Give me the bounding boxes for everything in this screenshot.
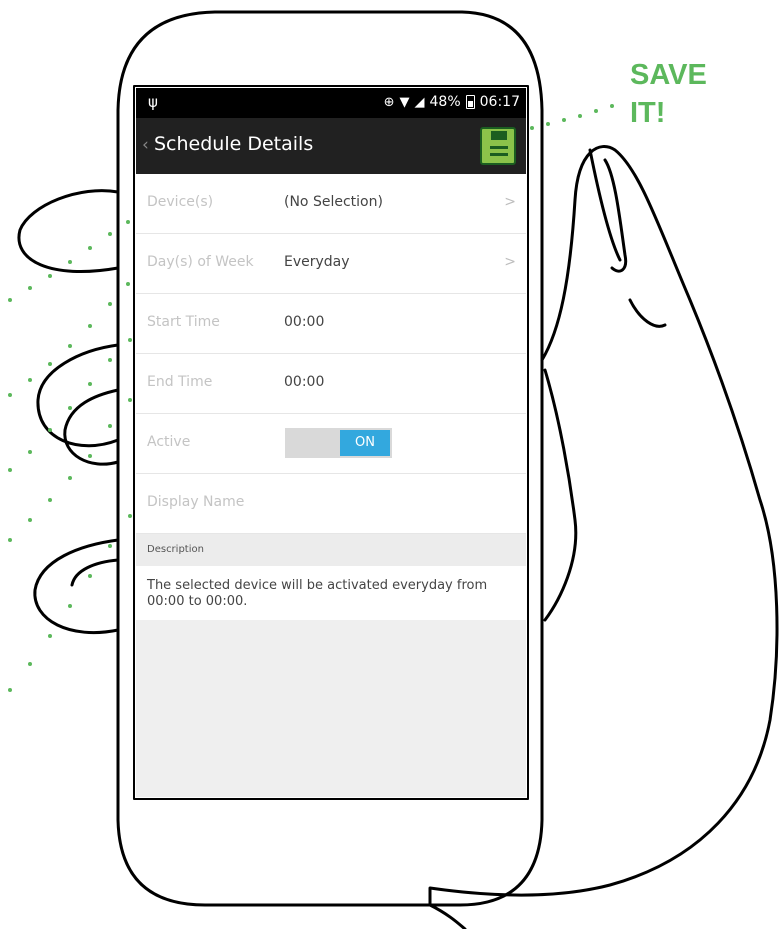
signal-icon: ◢ (414, 94, 425, 110)
back-chevron-icon[interactable]: ‹ (142, 135, 149, 155)
start-time-label: Start Time (147, 314, 220, 330)
display-name-label: Display Name (147, 494, 245, 510)
status-bar: ψ ⊕ ▼ ◢ 48% 06:17 (136, 88, 526, 118)
status-indicators: ⊕ ▼ ◢ 48% 06:17 (384, 94, 520, 110)
save-button[interactable] (480, 127, 516, 165)
device-label: Device(s) (147, 194, 214, 210)
active-label: Active (147, 434, 191, 450)
end-time-label: End Time (147, 374, 213, 390)
days-of-week-row[interactable]: Day(s) of Week Everyday > (136, 234, 526, 294)
description-header-label: Description (147, 544, 204, 555)
page-title: Schedule Details (154, 133, 314, 155)
active-toggle[interactable]: ON (285, 428, 392, 458)
description-text: The selected device will be activated ev… (136, 566, 526, 620)
usb-icon: ψ (148, 93, 158, 111)
toggle-on-knob: ON (340, 430, 390, 456)
wifi-icon: ▼ (399, 94, 410, 110)
device-value: (No Selection) (284, 194, 383, 210)
clock: 06:17 (479, 94, 520, 110)
end-time-row[interactable]: End Time 00:00 (136, 354, 526, 414)
chevron-right-icon: > (504, 254, 516, 270)
floppy-disk-icon (491, 131, 507, 140)
battery-icon (465, 95, 475, 109)
start-time-value: 00:00 (284, 314, 325, 330)
end-time-value: 00:00 (284, 374, 325, 390)
device-row[interactable]: Device(s) (No Selection) > (136, 174, 526, 234)
sync-icon: ⊕ (383, 94, 395, 110)
start-time-row[interactable]: Start Time 00:00 (136, 294, 526, 354)
settings-list: Device(s) (No Selection) > Day(s) of Wee… (136, 174, 526, 534)
chevron-right-icon: > (504, 194, 516, 210)
days-of-week-label: Day(s) of Week (147, 254, 254, 270)
description-header: Description (136, 534, 526, 566)
days-of-week-value: Everyday (284, 254, 350, 270)
active-row: Active ON (136, 414, 526, 474)
battery-percent: 48% (429, 94, 461, 110)
phone-screen: ψ ⊕ ▼ ◢ 48% 06:17 ‹ Schedule Details Dev… (136, 88, 526, 797)
save-it-callout: SAVE IT! (630, 59, 707, 129)
display-name-row[interactable]: Display Name (136, 474, 526, 534)
action-bar: ‹ Schedule Details (136, 118, 526, 174)
